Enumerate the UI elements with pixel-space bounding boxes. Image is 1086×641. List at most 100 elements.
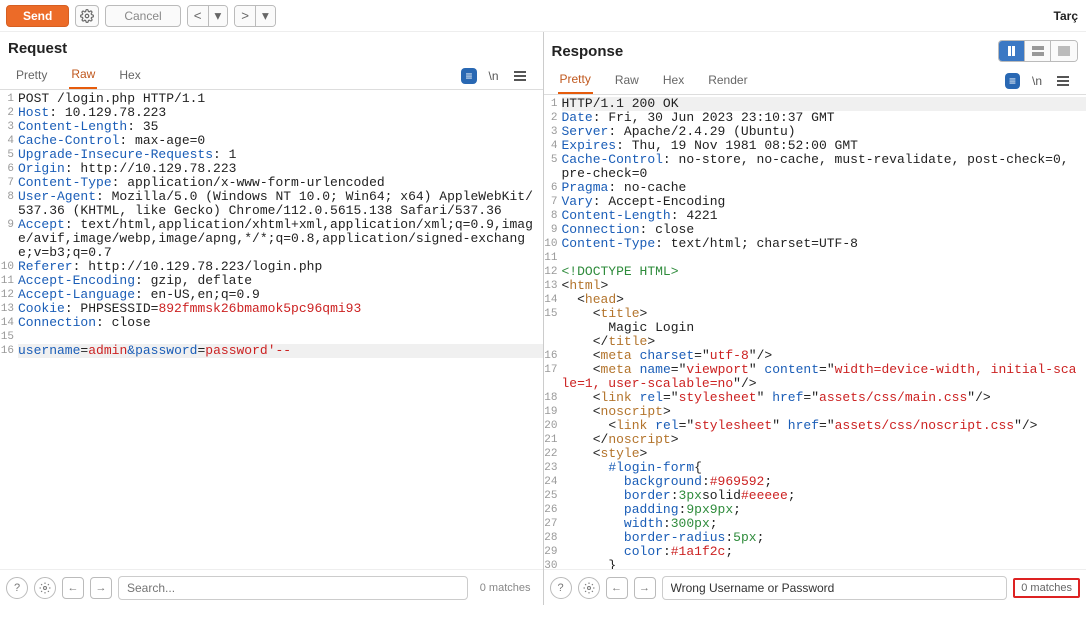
cancel-button[interactable]: Cancel	[105, 5, 180, 27]
code-content[interactable]: Connection: close	[562, 223, 701, 237]
code-content[interactable]: Cache-Control: max-age=0	[18, 134, 211, 148]
layout-rows-icon[interactable]	[1025, 41, 1051, 61]
code-line: 9Connection: close	[544, 223, 1086, 237]
tab-resp-render[interactable]: Render	[706, 69, 749, 93]
line-number: 7	[0, 176, 18, 190]
next-button[interactable]: >	[235, 6, 256, 26]
tab-hex[interactable]: Hex	[117, 64, 142, 88]
tab-resp-raw[interactable]: Raw	[613, 69, 641, 93]
response-editor[interactable]: 1HTTP/1.1 200 OK2Date: Fri, 30 Jun 2023 …	[544, 95, 1086, 569]
code-content[interactable]: Date: Fri, 30 Jun 2023 23:10:37 GMT	[562, 111, 841, 125]
request-actions-icon[interactable]: ≡	[461, 68, 476, 84]
code-content[interactable]: width:300px;	[562, 517, 724, 531]
hamburger-icon[interactable]	[511, 67, 529, 85]
search-next-icon[interactable]: →	[90, 577, 112, 599]
resp-help-icon[interactable]: ?	[550, 577, 572, 599]
code-line: 2Date: Fri, 30 Jun 2023 23:10:37 GMT	[544, 111, 1086, 125]
tab-resp-pretty[interactable]: Pretty	[558, 68, 593, 94]
line-number: 19	[544, 405, 562, 419]
code-content[interactable]: Content-Type: application/x-www-form-url…	[18, 176, 391, 190]
prev-dropdown[interactable]: ▾	[209, 6, 228, 26]
line-number: 16	[544, 349, 562, 363]
code-content[interactable]: <!DOCTYPE HTML>	[562, 265, 685, 279]
code-content[interactable]: HTTP/1.1 200 OK	[562, 97, 1086, 111]
code-content[interactable]: <html>	[562, 279, 615, 293]
resp-gear-icon[interactable]	[578, 577, 600, 599]
code-content[interactable]: Pragma: no-cache	[562, 181, 693, 195]
code-content[interactable]: Content-Length: 4221	[562, 209, 724, 223]
code-line: 22 <style>	[544, 447, 1086, 461]
code-content[interactable]: Accept-Encoding: gzip, deflate	[18, 274, 258, 288]
line-number: 22	[544, 447, 562, 461]
code-content[interactable]: <style>	[562, 447, 654, 461]
line-number: 4	[544, 139, 562, 153]
code-line: 18 <link rel="stylesheet" href="assets/c…	[544, 391, 1086, 405]
code-content[interactable]: Referer: http://10.129.78.223/login.php	[18, 260, 328, 274]
code-content[interactable]: Vary: Accept-Encoding	[562, 195, 732, 209]
code-content[interactable]: Host: 10.129.78.223	[18, 106, 172, 120]
help-icon[interactable]: ?	[6, 577, 28, 599]
code-content[interactable]: border:3pxsolid#eeeee;	[562, 489, 802, 503]
code-content[interactable]: <head>	[562, 293, 630, 307]
send-button[interactable]: Send	[6, 5, 69, 27]
code-content[interactable]: Connection: close	[18, 316, 157, 330]
code-content[interactable]: <title> Magic Login </title>	[562, 307, 701, 349]
request-search-input[interactable]	[118, 576, 468, 600]
code-content[interactable]: username=admin&password=password'--	[18, 344, 543, 358]
layout-single-icon[interactable]	[1051, 41, 1077, 61]
code-content[interactable]: </noscript>	[562, 433, 685, 447]
code-line: 27 width:300px;	[544, 517, 1086, 531]
code-content[interactable]: Cookie: PHPSESSID=892fmmsk26bmamok5pc96q…	[18, 302, 367, 316]
code-content[interactable]	[562, 251, 576, 265]
code-line: 15	[0, 330, 543, 344]
newline-toggle-icon[interactable]: \n	[485, 67, 503, 85]
line-number: 15	[0, 330, 18, 344]
search-prev-icon[interactable]: ←	[62, 577, 84, 599]
prev-button[interactable]: <	[188, 6, 209, 26]
resp-search-next-icon[interactable]: →	[634, 577, 656, 599]
code-content[interactable]: Expires: Thu, 19 Nov 1981 08:52:00 GMT	[562, 139, 864, 153]
code-content[interactable]: border-radius:5px;	[562, 531, 771, 545]
code-content[interactable]: Origin: http://10.129.78.223	[18, 162, 242, 176]
resp-newline-toggle-icon[interactable]: \n	[1028, 72, 1046, 90]
tab-resp-hex[interactable]: Hex	[661, 69, 686, 93]
line-number: 11	[0, 274, 18, 288]
tab-pretty[interactable]: Pretty	[14, 64, 49, 88]
response-search-input[interactable]	[662, 576, 1008, 600]
response-actions-icon[interactable]: ≡	[1005, 73, 1020, 89]
request-editor[interactable]: 1POST /login.php HTTP/1.12Host: 10.129.7…	[0, 90, 543, 569]
tab-raw[interactable]: Raw	[69, 63, 97, 89]
code-line: 4Expires: Thu, 19 Nov 1981 08:52:00 GMT	[544, 139, 1086, 153]
layout-columns-icon[interactable]	[999, 41, 1025, 61]
code-content[interactable]: <meta name="viewport" content="width=dev…	[562, 363, 1086, 391]
next-dropdown[interactable]: ▾	[256, 6, 275, 26]
code-line: 10Content-Type: text/html; charset=UTF-8	[544, 237, 1086, 251]
code-content[interactable]: Accept-Language: en-US,en;q=0.9	[18, 288, 266, 302]
code-content[interactable]: Server: Apache/2.4.29 (Ubuntu)	[562, 125, 802, 139]
resp-search-prev-icon[interactable]: ←	[606, 577, 628, 599]
code-content[interactable]: POST /login.php HTTP/1.1	[18, 92, 211, 106]
code-content[interactable]: User-Agent: Mozilla/5.0 (Windows NT 10.0…	[18, 190, 543, 218]
code-content[interactable]: #login-form{	[562, 461, 708, 475]
code-content[interactable]: <meta charset="utf-8"/>	[562, 349, 779, 363]
code-content[interactable]: <link rel="stylesheet" href="assets/css/…	[562, 391, 997, 405]
code-content[interactable]: <link rel="stylesheet" href="assets/css/…	[562, 419, 1044, 433]
code-content[interactable]: padding:9px9px;	[562, 503, 747, 517]
code-content[interactable]: <noscript>	[562, 405, 677, 419]
code-content[interactable]: Content-Length: 35	[18, 120, 164, 134]
code-content[interactable]: Accept: text/html,application/xhtml+xml,…	[18, 218, 543, 260]
code-content[interactable]: Cache-Control: no-store, no-cache, must-…	[562, 153, 1086, 181]
resp-hamburger-icon[interactable]	[1054, 72, 1072, 90]
code-content[interactable]: Upgrade-Insecure-Requests: 1	[18, 148, 242, 162]
line-number: 5	[0, 148, 18, 162]
settings-gear-icon[interactable]	[75, 5, 99, 27]
code-content[interactable]: background:#969592;	[562, 475, 779, 489]
code-line: 13<html>	[544, 279, 1086, 293]
code-line: 1POST /login.php HTTP/1.1	[0, 92, 543, 106]
gear-icon[interactable]	[34, 577, 56, 599]
code-content[interactable]: Content-Type: text/html; charset=UTF-8	[562, 237, 864, 251]
code-content[interactable]: color:#1a1f2c;	[562, 545, 740, 559]
code-content[interactable]: }	[562, 559, 623, 569]
code-content[interactable]	[18, 330, 32, 344]
line-number: 1	[544, 97, 562, 111]
